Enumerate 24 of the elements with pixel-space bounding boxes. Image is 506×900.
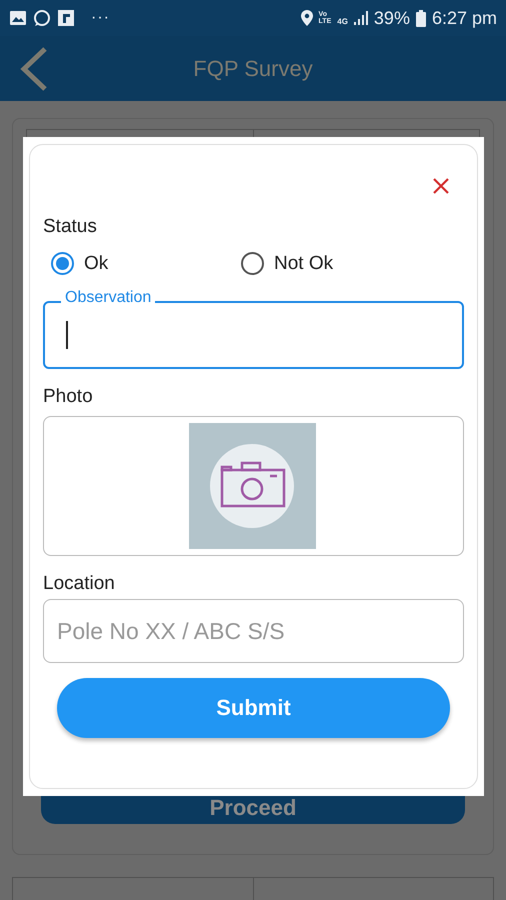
clock-time: 6:27 pm xyxy=(432,8,497,28)
radio-button[interactable] xyxy=(241,252,264,275)
more-indicator: ··· xyxy=(91,9,110,27)
radio-label[interactable]: Not Ok xyxy=(274,252,334,274)
screen-title: FQP Survey xyxy=(192,56,314,82)
location-label: Location xyxy=(43,573,115,595)
location-field[interactable]: Pole No XX / ABC S/S xyxy=(43,599,464,663)
submit-button[interactable]: Submit xyxy=(57,678,450,738)
radio-button[interactable] xyxy=(51,252,74,275)
radio-label[interactable]: Ok xyxy=(84,252,108,274)
battery-icon xyxy=(416,10,426,26)
network-indicator: 4G xyxy=(337,16,348,26)
image-icon xyxy=(9,10,27,26)
text-cursor xyxy=(66,321,68,349)
location-icon xyxy=(300,10,313,26)
close-icon[interactable] xyxy=(432,177,450,195)
photo-label: Photo xyxy=(43,386,93,408)
battery-percent: 39% xyxy=(374,8,410,28)
signal-icon xyxy=(354,11,368,25)
back-icon[interactable] xyxy=(19,46,49,92)
status-label: Status xyxy=(43,216,97,238)
app-icon xyxy=(57,9,75,27)
chat-icon xyxy=(33,9,51,27)
camera-icon[interactable] xyxy=(189,423,316,549)
